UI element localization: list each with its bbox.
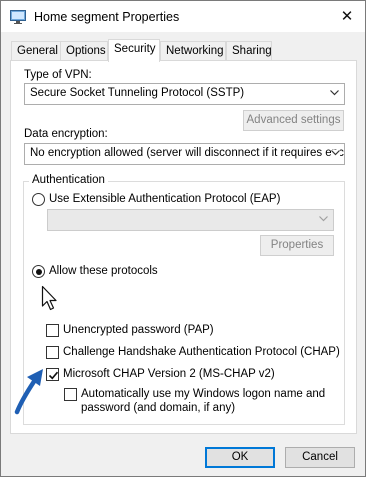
eap-radio-label: Use Extensible Authentication Protocol (…: [49, 193, 281, 205]
vpn-type-value: Secure Socket Tunneling Protocol (SSTP): [30, 87, 245, 99]
auto-logon-label-line2: password (and domain, if any): [81, 402, 236, 414]
tab-options[interactable]: Options: [60, 41, 108, 60]
mschap-v2-label: Microsoft CHAP Version 2 (MS-CHAP v2): [63, 368, 275, 380]
chap-label: Challenge Handshake Authentication Proto…: [63, 346, 340, 358]
mschap-v2-checkbox[interactable]: [46, 368, 59, 381]
eap-method-select[interactable]: [47, 209, 334, 231]
auto-logon-label-line1: Automatically use my Windows logon name …: [81, 388, 326, 400]
data-encryption-value: No encryption allowed (server will disco…: [30, 147, 345, 159]
radio-selected-dot: [35, 268, 42, 275]
advanced-settings-button[interactable]: Advanced settings: [243, 110, 344, 131]
vpn-type-select[interactable]: Secure Socket Tunneling Protocol (SSTP): [24, 83, 345, 105]
auto-logon-checkbox[interactable]: [64, 388, 77, 401]
tab-security[interactable]: Security: [108, 39, 160, 62]
window-title: Home segment Properties: [34, 10, 180, 24]
tab-general[interactable]: General: [11, 41, 61, 60]
vpn-type-label: Type of VPN:: [24, 69, 92, 81]
ok-button[interactable]: OK: [205, 447, 275, 468]
allow-protocols-label: Allow these protocols: [49, 265, 158, 277]
blue-annotation-arrow-icon: [14, 369, 43, 415]
checkmark-icon: [48, 371, 59, 380]
mouse-pointer-icon: [41, 285, 57, 311]
cancel-button[interactable]: Cancel: [285, 447, 355, 468]
eap-properties-button[interactable]: Properties: [260, 235, 334, 256]
close-button[interactable]: ✕: [335, 5, 359, 29]
data-encryption-select[interactable]: No encryption allowed (server will disco…: [24, 143, 345, 165]
pap-label: Unencrypted password (PAP): [63, 324, 214, 336]
network-connection-icon: [10, 10, 26, 24]
eap-radio[interactable]: [32, 193, 45, 206]
chevron-down-icon: [330, 90, 339, 96]
chevron-down-icon: [319, 216, 328, 222]
authentication-legend: Authentication: [29, 174, 108, 186]
title-bar: Home segment Properties ✕: [1, 1, 365, 32]
allow-protocols-radio[interactable]: [32, 265, 45, 278]
properties-dialog: Home segment Properties ✕ General Option…: [0, 0, 366, 477]
chap-checkbox[interactable]: [46, 346, 59, 359]
tab-sharing[interactable]: Sharing: [226, 41, 272, 60]
tab-networking[interactable]: Networking: [160, 41, 226, 60]
data-encryption-label: Data encryption:: [24, 128, 108, 140]
chevron-down-icon: [331, 150, 340, 156]
pap-checkbox[interactable]: [46, 324, 59, 337]
